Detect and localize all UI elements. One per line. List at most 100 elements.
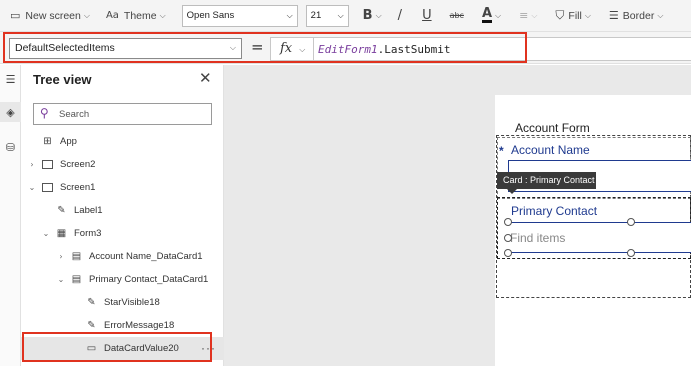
- chevron-down-icon: ⌵: [584, 10, 591, 20]
- border-button[interactable]: ☰ Border ⌵: [605, 0, 667, 31]
- fx-button[interactable]: fx ⌵: [270, 37, 314, 61]
- tree-item-label: App: [60, 136, 77, 147]
- chevron-down-icon[interactable]: ⌄: [41, 229, 51, 238]
- tree-item[interactable]: ✎ Label1: [21, 199, 224, 222]
- search-input[interactable]: ⚲ Search: [33, 103, 212, 125]
- property-select[interactable]: DefaultSelectedItems ⌵: [9, 38, 242, 59]
- left-rail: ☰ ◈ ⛁: [0, 65, 21, 366]
- fx-icon: fx: [280, 41, 293, 56]
- italic-button[interactable]: /: [394, 0, 406, 31]
- new-screen-button[interactable]: ▭ New screen ⌵: [6, 0, 94, 31]
- theme-button[interactable]: Aa Theme ⌵: [102, 0, 170, 31]
- chevron-down-icon: ⌵: [657, 10, 664, 20]
- combobox-icon: ▭: [86, 343, 97, 354]
- resize-handle[interactable]: [627, 249, 635, 257]
- tree-item-label: Account Name_DataCard1: [89, 251, 203, 262]
- layers-icon[interactable]: ◈: [0, 102, 21, 122]
- align-button[interactable]: ≡ ⌵: [515, 0, 541, 31]
- theme-icon: Aa: [105, 10, 119, 21]
- new-screen-icon: ▭: [10, 9, 21, 22]
- tree-item-label: DataCardValue20: [104, 343, 179, 354]
- font-color-icon: A: [481, 6, 493, 23]
- font-color-button[interactable]: A ⌵: [478, 0, 505, 31]
- strikethrough-button[interactable]: abc: [446, 0, 468, 31]
- border-label: Border: [622, 9, 655, 22]
- resize-handle[interactable]: [504, 249, 512, 257]
- form-icon: ▦: [56, 228, 67, 239]
- tree-item[interactable]: ✎ ErrorMessage18: [21, 314, 224, 337]
- search-icon: ⚲: [40, 106, 49, 120]
- account-name-label: Account Name: [511, 143, 590, 157]
- property-value: DefaultSelectedItems: [15, 42, 115, 54]
- tree-item[interactable]: ✎ StarVisible18: [21, 291, 224, 314]
- underline-icon: U: [422, 8, 432, 23]
- border-icon: ☰: [608, 9, 619, 22]
- tree-item[interactable]: ▭ DataCardValue20 ···: [21, 337, 224, 360]
- card-icon: ▤: [71, 251, 82, 262]
- fill-button[interactable]: ⛉ Fill ⌵: [551, 0, 595, 31]
- screen-icon: [41, 159, 54, 170]
- equals-sign: =: [251, 38, 264, 56]
- chevron-down-icon: ⌵: [286, 10, 293, 20]
- panel-title: Tree view: [33, 72, 92, 87]
- chevron-down-icon: ⌵: [299, 45, 306, 54]
- resize-handle[interactable]: [627, 218, 635, 226]
- search-placeholder: Search: [59, 109, 90, 120]
- tree-item-label: Form3: [74, 228, 102, 239]
- tree-item[interactable]: › Screen2: [21, 153, 224, 176]
- tree-item[interactable]: ⊞ App: [21, 130, 224, 153]
- chevron-down-icon[interactable]: ⌄: [56, 275, 66, 284]
- tree-item[interactable]: ⌄ ▦ Form3: [21, 222, 224, 245]
- label-icon: ✎: [57, 205, 66, 216]
- font-size-value: 21: [310, 10, 322, 21]
- fill-label: Fill: [568, 9, 582, 22]
- formula-bar: DefaultSelectedItems ⌵ = fx ⌵ EditForm1.…: [0, 32, 691, 64]
- card-icon: ▤: [71, 274, 82, 285]
- new-screen-label: New screen: [25, 9, 81, 22]
- theme-label: Theme: [123, 9, 157, 22]
- chevron-down-icon[interactable]: ⌄: [27, 183, 37, 192]
- formula-property: .LastSubmit: [377, 43, 451, 56]
- chevron-down-icon: ⌵: [495, 10, 502, 20]
- formula-input[interactable]: EditForm1.LastSubmit: [314, 37, 691, 61]
- label-icon: ✎: [87, 297, 96, 308]
- primary-contact-label: Primary Contact: [511, 204, 598, 218]
- required-star: *: [499, 144, 504, 158]
- tree-item-label: StarVisible18: [104, 297, 160, 308]
- font-size-select[interactable]: 21 ⌵: [305, 4, 349, 27]
- chevron-down-icon: ⌵: [337, 10, 344, 20]
- tree-item-label: Screen1: [60, 182, 96, 193]
- close-icon[interactable]: ✕: [199, 69, 212, 87]
- strikethrough-icon: abc: [449, 11, 464, 20]
- paint-bucket-icon: ⛉: [555, 8, 565, 22]
- chevron-down-icon: ⌵: [159, 10, 166, 20]
- bold-icon: B: [362, 8, 373, 23]
- tree-view-panel: Tree view ✕ ⚲ Search ⊞ App › Screen2 ⌄ Screen…: [21, 65, 224, 366]
- tree-item[interactable]: ⌄ Screen1: [21, 176, 224, 199]
- chevron-down-icon: ⌵: [531, 10, 538, 20]
- screen-icon: [41, 182, 54, 193]
- chevron-down-icon: ⌵: [229, 43, 236, 52]
- label-icon: ✎: [87, 320, 96, 331]
- resize-handle[interactable]: [504, 234, 512, 242]
- tree-item-label: Label1: [74, 205, 103, 216]
- top-toolbar: ▭ New screen ⌵ Aa Theme ⌵ Open Sans ⌵ 21…: [0, 0, 691, 32]
- tree-item[interactable]: › ▤ Account Name_DataCard1: [21, 245, 224, 268]
- chevron-right-icon[interactable]: ›: [56, 252, 66, 261]
- database-icon[interactable]: ⛁: [0, 137, 21, 157]
- design-canvas: Account Form * Account Name Primary Cont…: [224, 65, 691, 366]
- form-title-label[interactable]: Account Form: [515, 121, 590, 135]
- chevron-down-icon: ⌵: [83, 10, 90, 20]
- formula-identifier: EditForm1: [318, 43, 378, 56]
- underline-button[interactable]: U: [418, 0, 436, 31]
- align-icon: ≡: [519, 9, 529, 22]
- more-options-icon[interactable]: ···: [201, 341, 216, 355]
- chevron-right-icon[interactable]: ›: [27, 160, 37, 169]
- font-family-select[interactable]: Open Sans ⌵: [181, 4, 298, 27]
- resize-handle[interactable]: [504, 218, 512, 226]
- bold-button[interactable]: B ⌵: [359, 0, 386, 31]
- tree-item[interactable]: ⌄ ▤ Primary Contact_DataCard1: [21, 268, 224, 291]
- combobox-placeholder: Find items: [510, 231, 566, 245]
- tree-item-label: ErrorMessage18: [104, 320, 175, 331]
- hamburger-menu-icon[interactable]: ☰: [0, 69, 21, 89]
